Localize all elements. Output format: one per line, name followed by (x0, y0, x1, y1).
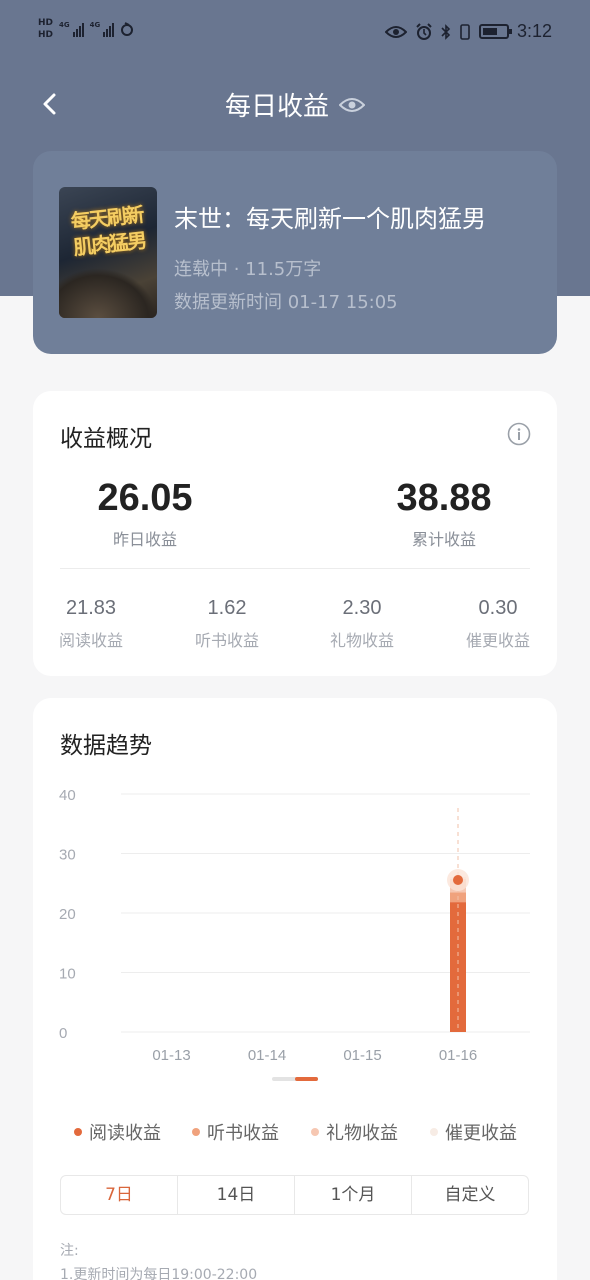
x-tick-label: 01-16 (439, 1047, 477, 1064)
legend-item[interactable]: 听书收益 (192, 1119, 279, 1145)
vibrate-icon (460, 23, 470, 40)
data-trend-card: 数据趋势 0 10 20 30 40 01-13 01-14 01-15 01-16 阅读收益 听… (33, 698, 557, 1280)
signal-2-icon: 4G (90, 21, 115, 37)
legend-dot-icon (311, 1128, 319, 1136)
eye-icon (384, 25, 407, 38)
tab-custom[interactable]: 自定义 (412, 1176, 528, 1214)
listening-earnings-label: 听书收益 (194, 631, 259, 650)
status-bar: HD HD 4G 4G 3:12 (0, 0, 590, 66)
gift-earnings-label: 礼物收益 (329, 631, 394, 650)
page-title-group: 每日收益 (0, 86, 590, 123)
hd-label-2: HD (38, 30, 54, 40)
urge-earnings-value: 0.30 (478, 597, 518, 619)
listening-earnings-value: 1.62 (207, 597, 247, 619)
gift-earnings-value: 2.30 (342, 597, 382, 619)
range-tabs: 7日 14日 1个月 自定义 (60, 1175, 529, 1215)
legend-item[interactable]: 阅读收益 (74, 1119, 161, 1145)
book-info-card[interactable]: 每天刷新肌肉猛男 末世：每天刷新一个肌肉猛男 连载中 · 11.5万字 数据更新… (33, 151, 557, 354)
bluetooth-icon (441, 23, 451, 40)
hd-label-1: HD (38, 18, 54, 28)
legend-label: 催更收益 (445, 1123, 517, 1144)
tab-1-month[interactable]: 1个月 (295, 1176, 412, 1214)
legend-dot-icon (192, 1128, 200, 1136)
battery-icon (478, 24, 512, 39)
top-navigation: 每日收益 (0, 80, 590, 128)
legend-dot-icon (74, 1128, 82, 1136)
scroll-thumb (295, 1077, 318, 1081)
earnings-summary-card: 收益概况 26.05 昨日收益 38.88 累计收益 21.83 阅读收益 1.… (33, 391, 557, 676)
x-tick-label: 01-14 (248, 1047, 286, 1064)
cover-title: 每天刷新肌肉猛男 (69, 202, 147, 260)
signal-1-icon: 4G (59, 21, 84, 37)
page-title: 每日收益 (224, 92, 329, 122)
x-tick-label: 01-13 (152, 1047, 190, 1064)
legend-dot-icon (430, 1128, 438, 1136)
book-title: 末世：每天刷新一个肌肉猛男 (174, 205, 486, 233)
x-tick-label: 01-15 (343, 1047, 381, 1064)
note-title: 注: (60, 1243, 79, 1259)
legend-item[interactable]: 催更收益 (430, 1119, 517, 1145)
book-status: 连载中 · 11.5万字 (174, 259, 322, 280)
notification-icon (121, 22, 134, 36)
legend-label: 阅读收益 (89, 1123, 161, 1144)
chart-legend: 阅读收益 听书收益 礼物收益 催更收益 (33, 1119, 557, 1145)
legend-item[interactable]: 礼物收益 (311, 1119, 398, 1145)
info-icon[interactable] (507, 422, 531, 446)
book-update-time: 数据更新时间 01-17 15:05 (174, 292, 398, 313)
legend-label: 听书收益 (207, 1123, 279, 1144)
status-left: HD HD 4G 4G (38, 18, 134, 40)
cover-art (59, 268, 157, 318)
yesterday-earnings-value: 26.05 (97, 477, 193, 519)
signal-1-label: 4G (59, 21, 70, 29)
summary-title: 收益概况 (60, 426, 152, 452)
y-tick-label: 30 (59, 847, 76, 864)
y-tick-label: 0 (59, 1025, 67, 1042)
y-tick-label: 20 (59, 906, 76, 923)
total-earnings-value: 38.88 (396, 477, 492, 519)
reading-earnings-label: 阅读收益 (58, 631, 123, 650)
yesterday-earnings-label: 昨日收益 (112, 530, 177, 549)
tab-14-days[interactable]: 14日 (178, 1176, 295, 1214)
status-time: 3:12 (516, 21, 552, 41)
note-line-1: 1.更新时间为每日19:00-22:00 (60, 1267, 258, 1280)
highlight-point (453, 875, 463, 886)
trend-title: 数据趋势 (60, 733, 152, 759)
status-right: 3:12 (384, 21, 552, 42)
y-tick-label: 40 (59, 787, 76, 804)
signal-2-label: 4G (89, 21, 101, 29)
total-earnings-label: 累计收益 (411, 530, 476, 549)
reading-earnings-value: 21.83 (65, 597, 117, 619)
eye-icon[interactable] (339, 96, 365, 114)
earnings-trend-chart[interactable]: 0 10 20 30 40 01-13 01-14 01-15 01-16 (33, 778, 557, 1088)
book-cover: 每天刷新肌肉猛男 (59, 187, 157, 318)
tab-7-days[interactable]: 7日 (61, 1176, 178, 1214)
hd-indicator: HD HD (38, 18, 53, 40)
legend-label: 礼物收益 (326, 1123, 398, 1144)
y-tick-label: 10 (59, 966, 76, 983)
urge-earnings-label: 催更收益 (465, 631, 530, 650)
summary-divider (60, 568, 530, 569)
alarm-icon (416, 22, 432, 40)
